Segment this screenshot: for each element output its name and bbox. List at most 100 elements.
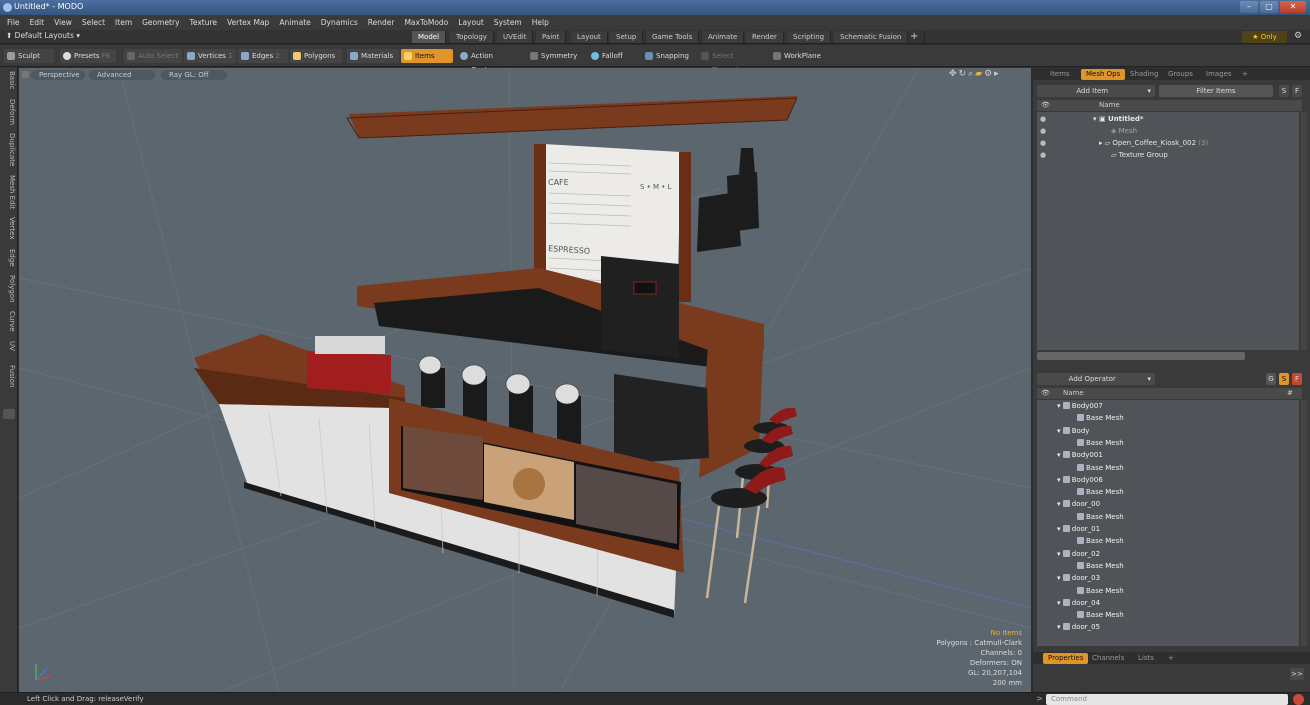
tree-row-untitled[interactable]: ● ▾ ▣ Untitled*: [1037, 113, 1299, 125]
maximize-button[interactable]: ▢: [1260, 1, 1278, 13]
edges-button[interactable]: Edges 2: [238, 49, 288, 63]
tab-vertex[interactable]: Vertex: [2, 217, 16, 240]
tab-items[interactable]: Items: [1045, 69, 1075, 80]
menu-render[interactable]: Render: [363, 15, 400, 30]
toolbox-expand-button[interactable]: [3, 409, 15, 419]
operator-row[interactable]: ▾ door_01: [1037, 523, 1299, 535]
operator-row[interactable]: ▾ door_04: [1037, 597, 1299, 609]
operator-child-row[interactable]: Base Mesh: [1037, 511, 1299, 523]
3d-viewport[interactable]: CAFE S • M • L ESPRESSO Perspective Adva…: [19, 68, 1031, 692]
tab-scripting[interactable]: Scripting: [787, 31, 832, 43]
visibility-eye-icon[interactable]: ●: [1040, 127, 1048, 135]
shading-mode-dropdown[interactable]: Advanced: [89, 70, 155, 80]
menu-animate[interactable]: Animate: [274, 15, 315, 30]
tab-deform[interactable]: Deform: [2, 99, 16, 125]
operator-child-row[interactable]: Base Mesh: [1037, 609, 1299, 621]
operator-child-row[interactable]: Base Mesh: [1037, 437, 1299, 449]
menu-dynamics[interactable]: Dynamics: [316, 15, 363, 30]
tab-channels[interactable]: Channels: [1087, 653, 1129, 664]
tab-duplicate[interactable]: Duplicate: [2, 133, 16, 166]
add-tab-button[interactable]: +: [904, 31, 926, 43]
vertices-button[interactable]: Vertices 1: [184, 49, 236, 63]
operator-name-header[interactable]: Name: [1063, 388, 1084, 399]
menu-vertex-map[interactable]: Vertex Map: [222, 15, 274, 30]
viewport-settings-icon[interactable]: ⚙: [984, 69, 994, 79]
visibility-eye-icon[interactable]: ●: [1040, 151, 1048, 159]
tab-polygon[interactable]: Polygon: [2, 275, 16, 303]
add-item-dropdown[interactable]: Add Item ▾: [1037, 85, 1155, 97]
tab-render[interactable]: Render: [746, 31, 784, 43]
menu-help[interactable]: Help: [527, 15, 554, 30]
add-panel-tab-button[interactable]: +: [1237, 69, 1253, 80]
operator-f-button[interactable]: F: [1292, 373, 1302, 385]
operator-row[interactable]: ▾ door_03: [1037, 572, 1299, 584]
symmetry-button[interactable]: Symmetry: [527, 49, 581, 63]
add-properties-tab-button[interactable]: +: [1163, 653, 1179, 664]
presets-button[interactable]: Presets F6: [60, 49, 116, 63]
sculpt-button[interactable]: Sculpt: [4, 49, 54, 63]
tab-groups[interactable]: Groups: [1163, 69, 1198, 80]
operator-row[interactable]: ▾ door_02: [1037, 548, 1299, 560]
fit-view-icon[interactable]: ▰: [975, 69, 984, 79]
operator-row[interactable]: ▾ door_00: [1037, 498, 1299, 510]
tab-mesh-ops[interactable]: Mesh Ops: [1081, 69, 1126, 80]
operator-row[interactable]: ▾ Body001: [1037, 449, 1299, 461]
operator-child-row[interactable]: Base Mesh: [1037, 486, 1299, 498]
minimize-button[interactable]: –: [1240, 1, 1258, 13]
command-input[interactable]: Command: [1046, 694, 1288, 705]
items-button[interactable]: Items: [401, 49, 453, 63]
operator-child-row[interactable]: Base Mesh: [1037, 560, 1299, 572]
tab-paint[interactable]: Paint: [536, 31, 567, 43]
operator-row[interactable]: ▾ Body006: [1037, 474, 1299, 486]
tab-animate[interactable]: Animate: [702, 31, 745, 43]
tab-shading[interactable]: Shading: [1125, 69, 1163, 80]
tab-schematic-fusion[interactable]: Schematic Fusion: [834, 31, 909, 43]
operator-child-row[interactable]: Base Mesh: [1037, 462, 1299, 474]
visibility-eye-icon[interactable]: ●: [1040, 139, 1048, 147]
gear-icon[interactable]: ⚙: [1294, 31, 1302, 41]
stop-command-icon[interactable]: [1293, 694, 1304, 705]
tab-basic[interactable]: Basic: [2, 71, 16, 90]
operator-row[interactable]: ▾ door_05: [1037, 621, 1299, 633]
menu-geometry[interactable]: Geometry: [137, 15, 184, 30]
rotate-view-icon[interactable]: ↻: [959, 69, 969, 79]
viewport-more-icon[interactable]: ▸: [994, 69, 1001, 79]
scene-vertical-scrollbar[interactable]: [1301, 112, 1307, 350]
workplane-button[interactable]: WorkPlane: [770, 49, 824, 63]
tab-layout[interactable]: Layout: [571, 31, 608, 43]
tree-row-mesh[interactable]: ● ◈ Mesh: [1037, 125, 1299, 137]
snapping-button[interactable]: Snapping: [642, 49, 692, 63]
close-button[interactable]: ✕: [1280, 1, 1306, 13]
menu-edit[interactable]: Edit: [25, 15, 50, 30]
raygl-dropdown[interactable]: Ray GL: Off: [161, 70, 227, 80]
operator-vertical-scrollbar[interactable]: [1301, 400, 1307, 646]
tab-model[interactable]: Model: [412, 31, 447, 43]
falloff-button[interactable]: Falloff: [588, 49, 632, 63]
scene-horizontal-scrollbar[interactable]: [1037, 352, 1245, 360]
tab-lists[interactable]: Lists: [1133, 653, 1159, 664]
tab-fusion[interactable]: Fusion: [2, 365, 16, 387]
default-layouts-dropdown[interactable]: ⬆ Default Layouts ▾: [6, 31, 80, 40]
operator-child-row[interactable]: Base Mesh: [1037, 535, 1299, 547]
filter-items-input[interactable]: Filter Items: [1159, 85, 1273, 97]
polygons-button[interactable]: Polygons: [290, 49, 342, 63]
filter-s-button[interactable]: S: [1279, 85, 1289, 97]
tab-properties[interactable]: Properties: [1043, 653, 1089, 664]
menu-layout[interactable]: Layout: [453, 15, 489, 30]
operator-child-row[interactable]: Base Mesh: [1037, 412, 1299, 424]
operator-child-row[interactable]: Base Mesh: [1037, 585, 1299, 597]
menu-texture[interactable]: Texture: [185, 15, 222, 30]
operator-g-button[interactable]: G: [1266, 373, 1276, 385]
menu-item[interactable]: Item: [110, 15, 137, 30]
view-type-dropdown[interactable]: Perspective: [31, 70, 85, 80]
operator-row[interactable]: ▾ Body: [1037, 425, 1299, 437]
tab-setup[interactable]: Setup: [610, 31, 644, 43]
menu-select[interactable]: Select: [77, 15, 110, 30]
tab-uvedit[interactable]: UVEdit: [497, 31, 534, 43]
tab-uv[interactable]: UV: [2, 341, 16, 351]
auto-select-button[interactable]: Auto Select: [124, 49, 182, 63]
menu-file[interactable]: File: [0, 15, 25, 30]
viewport-menu-icon[interactable]: [22, 71, 29, 78]
name-column-header[interactable]: Name: [1099, 100, 1120, 111]
menu-system[interactable]: System: [489, 15, 527, 30]
